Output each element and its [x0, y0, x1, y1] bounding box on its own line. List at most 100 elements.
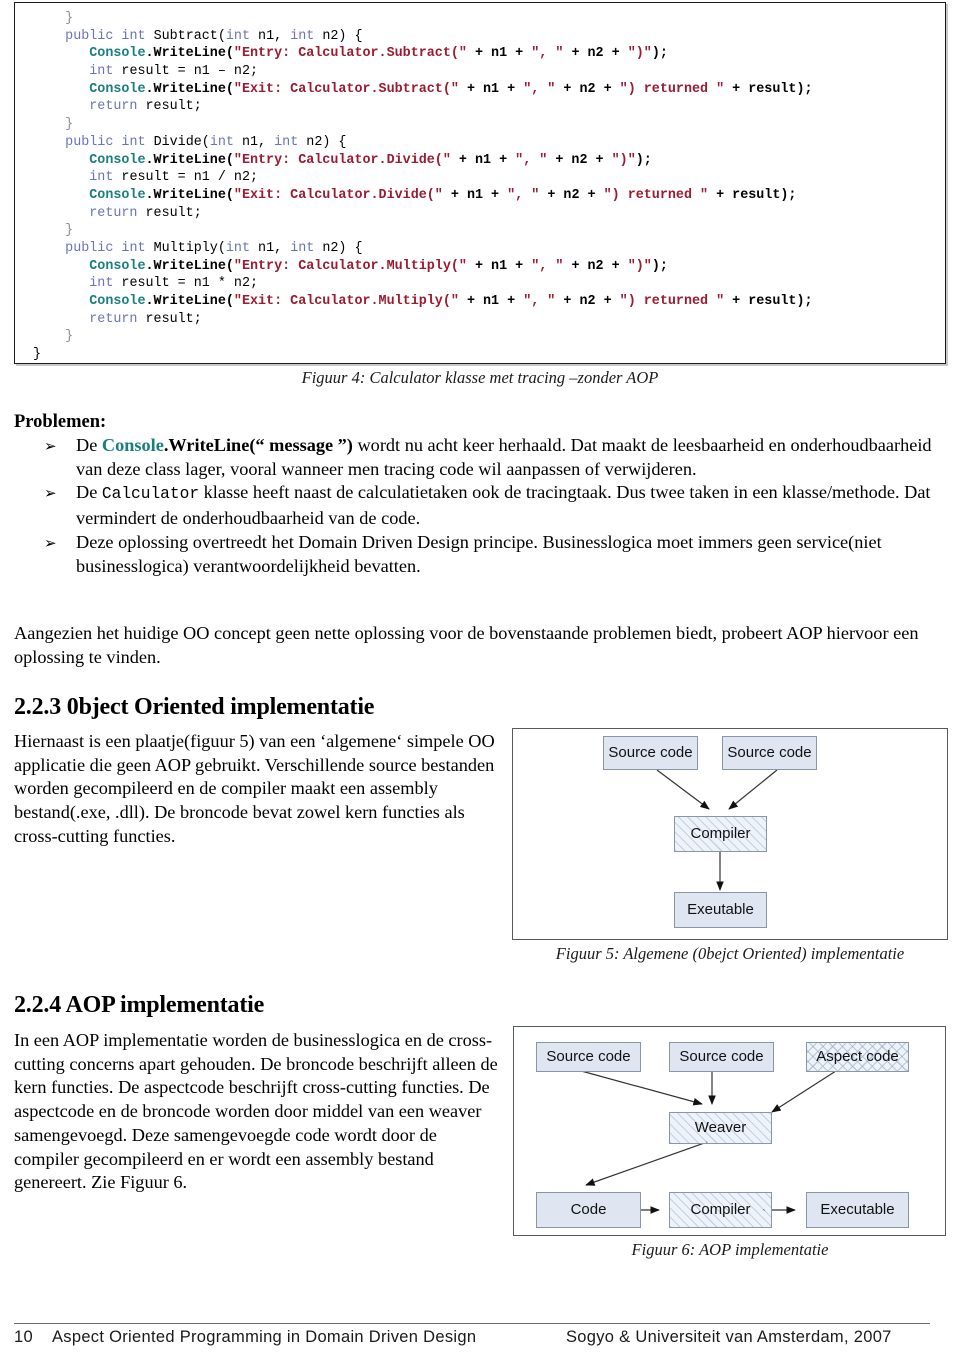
- code-line: int result = n1 – n2;: [33, 63, 945, 81]
- code-token: n1,: [258, 240, 291, 256]
- code-token: int: [89, 64, 122, 80]
- code-line: public int Multiply(int n1, int n2) {: [33, 240, 945, 258]
- code-token: return: [89, 311, 146, 327]
- code-token: + n2 +: [547, 152, 612, 168]
- list-item: ➢ De Calculator klasse heeft naast de ca…: [14, 481, 946, 530]
- code-line: Console.WriteLine("Exit: Calculator.Subt…: [33, 81, 945, 99]
- code-token: "Exit: Calculator.Multiply(": [233, 294, 459, 309]
- code-line: Console.WriteLine("Entry: Calculator.Sub…: [33, 45, 945, 63]
- code-token: Console: [89, 46, 146, 62]
- code-figure-frame: } public int Subtract(int n1, int n2) { …: [14, 2, 946, 364]
- section-paragraph-223: Hiernaast is een plaatje(figuur 5) van e…: [14, 731, 495, 846]
- code-token: public int: [65, 240, 154, 256]
- code-token: }: [33, 11, 74, 26]
- code-token: int: [209, 134, 242, 150]
- code-token: + n1 +: [466, 46, 532, 62]
- code-token: Divide(: [153, 134, 210, 150]
- code-token: + n2 +: [539, 187, 604, 203]
- figure6-node-compiler: Compiler: [669, 1192, 772, 1228]
- figure5-node-compiler: Compiler: [674, 816, 767, 852]
- code-token: ") returned ": [619, 81, 725, 97]
- code-token: ")": [627, 46, 652, 62]
- code-token: return: [89, 205, 146, 221]
- code-token: int: [89, 276, 122, 292]
- code-token: .WriteLine(: [145, 294, 234, 309]
- code-token: "Exit: Calculator.Subtract(": [233, 81, 459, 97]
- figure6-node-code: Code: [536, 1192, 641, 1228]
- code-token: }: [33, 329, 74, 345]
- figure6-node-source-left: Source code: [536, 1042, 641, 1072]
- code-token: + result);: [724, 294, 813, 309]
- code-token: Subtract(: [153, 28, 226, 44]
- code-token: result;: [145, 205, 202, 221]
- code-token: );: [635, 152, 652, 168]
- code-token: return: [89, 99, 146, 115]
- item2-rest: klasse heeft naast de calculatietaken oo…: [76, 482, 931, 529]
- code-token: Console: [89, 294, 146, 309]
- code-listing: } public int Subtract(int n1, int n2) { …: [15, 3, 945, 363]
- item2-prefix: De: [76, 482, 102, 503]
- code-token: + result);: [708, 187, 797, 203]
- code-token: }: [33, 347, 42, 363]
- section-heading-223: 2.2.3 0bject Oriented implementatie: [14, 694, 375, 720]
- code-token: "Entry: Calculator.Subtract(": [233, 46, 467, 62]
- code-line: public int Subtract(int n1, int n2) {: [33, 28, 945, 46]
- list-item: ➢ Deze oplossing overtreedt het Domain D…: [14, 531, 946, 578]
- code-line: Console.WriteLine("Exit: Calculator.Divi…: [33, 187, 945, 205]
- figure6-diagram: Source code Source code Aspect code Weav…: [513, 1026, 946, 1236]
- code-token: result = n1 * n2;: [121, 276, 259, 292]
- code-token: .WriteLine(: [145, 187, 234, 203]
- list-item-text: Deze oplossing overtreedt het Domain Dri…: [76, 531, 882, 576]
- code-token: .WriteLine(: [145, 152, 234, 168]
- code-token: n2) {: [322, 240, 363, 256]
- code-line: int result = n1 / n2;: [33, 169, 945, 187]
- code-line: }: [33, 116, 945, 134]
- code-token: result = n1 – n2;: [121, 64, 259, 80]
- code-token: public int: [65, 28, 154, 44]
- bullet-arrow-icon: ➢: [44, 437, 57, 455]
- code-token: ", ": [531, 258, 564, 274]
- code-line: int result = n1 * n2;: [33, 275, 945, 293]
- code-token: .WriteLine(: [145, 81, 234, 97]
- code-token: "Exit: Calculator.Divide(": [233, 187, 443, 203]
- item1-prefix: De: [76, 435, 102, 455]
- code-token: Console: [89, 152, 146, 168]
- calculator-class-name: Calculator: [101, 485, 200, 504]
- code-token: .WriteLine(: [145, 258, 234, 274]
- code-token: ", ": [515, 152, 548, 168]
- code-token: + n1 +: [442, 187, 508, 203]
- code-line: return result;: [33, 205, 945, 223]
- code-line: Console.WriteLine("Entry: Calculator.Mul…: [33, 258, 945, 276]
- figure5-diagram: Source code Source code Compiler Exeutab…: [512, 728, 948, 940]
- code-token: + n2 +: [555, 294, 620, 309]
- problemen-list: ➢ De Console.WriteLine(“ message ”) word…: [14, 434, 946, 578]
- code-token: result;: [145, 99, 202, 115]
- code-line: return result;: [33, 311, 945, 329]
- code-token: }: [33, 223, 74, 239]
- footer-organisation: Sogyo & Universiteit van Amsterdam, 2007: [566, 1328, 892, 1346]
- code-token: int: [290, 240, 323, 256]
- code-token: int: [225, 240, 259, 256]
- code-token: + n2 +: [563, 46, 628, 62]
- code-token: ", ": [523, 81, 556, 97]
- code-token: ") returned ": [603, 187, 709, 203]
- code-token: int: [274, 134, 307, 150]
- list-item-text: De Calculator klasse heeft naast de calc…: [76, 482, 931, 528]
- code-line: return result;: [33, 98, 945, 116]
- code-token: }: [33, 117, 74, 133]
- section-heading-224: 2.2.4 AOP implementatie: [14, 992, 265, 1018]
- figure6-caption: Figuur 6: AOP implementatie: [631, 1240, 829, 1259]
- code-token: result = n1 / n2;: [121, 170, 259, 186]
